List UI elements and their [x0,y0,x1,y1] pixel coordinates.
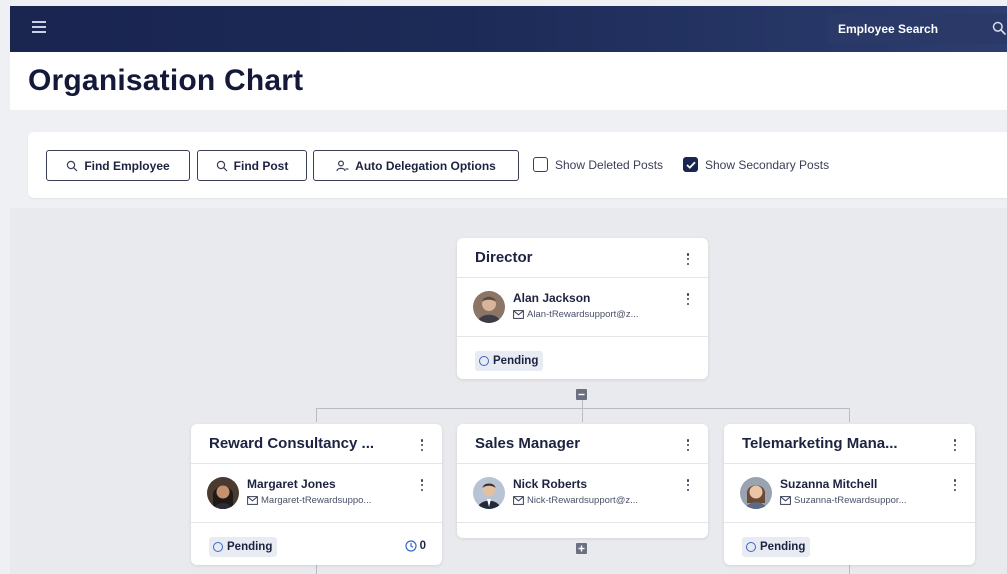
status-text: Pending [760,541,806,553]
checkmark-icon [685,161,696,169]
card-footer: Pending [724,527,975,565]
employee-menu-icon[interactable] [683,291,693,307]
employee-search-box [828,14,1007,44]
find-post-button[interactable]: Find Post [197,150,307,181]
mail-icon [513,310,524,319]
connector-line [582,408,583,422]
card-header: Director [457,238,708,278]
card-header: Telemarketing Mana... [724,424,975,464]
employee-name: Nick Roberts [513,477,588,491]
employee-menu-icon[interactable] [950,477,960,493]
find-employee-label: Find Employee [84,158,170,173]
org-chart-page: Organisation Chart Find Employee Find Po… [0,0,1007,574]
employee-email-text: Alan-tRewardsupport@z... [527,309,639,320]
employee-avatar [473,291,505,323]
post-card-reward-consultancy[interactable]: Reward Consultancy ... Margaret Jones Ma… [191,424,442,565]
search-icon [67,160,78,171]
employee-menu-icon[interactable] [683,477,693,493]
connector-line [316,408,317,422]
employee-avatar [473,477,505,509]
post-menu-icon[interactable] [683,437,693,453]
card-header: Reward Consultancy ... [191,424,442,464]
employee-avatar [207,477,239,509]
toolbar: Find Employee Find Post Auto Delegation … [28,132,1007,198]
status-badge: Pending [475,351,544,371]
employee-email-text: Nick-tRewardsupport@z... [527,495,639,506]
post-title: Sales Manager [475,435,581,452]
search-icon[interactable] [992,21,1006,35]
show-deleted-posts-checkbox[interactable] [533,157,548,172]
post-card-director[interactable]: Director Alan Jackson Alan-tRewardsuppor… [457,238,708,379]
page-title: Organisation Chart [28,64,304,97]
pending-icon [746,542,756,552]
employee-row[interactable]: Alan Jackson Alan-tRewardsupport@z... [457,279,708,337]
hamburger-menu-icon[interactable] [32,21,46,35]
mail-icon [247,496,258,505]
connector-line [849,565,850,574]
auto-delegation-options-button[interactable]: Auto Delegation Options [313,150,519,181]
employee-row[interactable]: Nick Roberts Nick-tRewardsupport@z... [457,465,708,523]
employee-menu-icon[interactable] [417,477,427,493]
employee-email: Suzanna-tRewardsuppor... [780,495,906,506]
employee-email-text: Margaret-tRewardsuppo... [261,495,372,506]
card-footer: Pending 0 [191,527,442,565]
delegation-count-value: 0 [419,540,426,552]
employee-email-text: Suzanna-tRewardsuppor... [794,495,907,506]
user-delegation-icon [336,159,349,171]
connector-line [316,565,317,574]
pending-icon [213,542,223,552]
mail-icon [780,496,791,505]
connector-line [849,408,850,422]
post-title: Director [475,249,533,266]
find-employee-button[interactable]: Find Employee [46,150,190,181]
employee-email: Alan-tRewardsupport@z... [513,309,639,320]
title-area: Organisation Chart [10,52,1007,110]
post-menu-icon[interactable] [417,437,427,453]
post-menu-icon[interactable] [950,437,960,453]
show-deleted-posts-toggle[interactable]: Show Deleted Posts [533,157,663,172]
clock-icon [404,540,417,552]
post-card-sales-manager[interactable]: Sales Manager Nick Roberts Nick-tRewards… [457,424,708,538]
employee-name: Suzanna Mitchell [780,477,878,491]
plus-icon [578,545,585,552]
employee-avatar [740,477,772,509]
show-secondary-posts-toggle[interactable]: Show Secondary Posts [683,157,829,172]
employee-name: Alan Jackson [513,291,591,305]
employee-name: Margaret Jones [247,477,336,491]
expand-node-button[interactable] [576,543,587,554]
minus-icon [578,393,585,396]
employee-search-input[interactable] [838,20,978,38]
employee-email: Nick-tRewardsupport@z... [513,495,638,506]
status-badge: Pending [209,537,278,557]
show-secondary-posts-checkbox[interactable] [683,157,698,172]
top-bar [10,6,1007,52]
employee-email: Margaret-tRewardsuppo... [247,495,371,506]
post-card-telemarketing-manager[interactable]: Telemarketing Mana... Suzanna Mitchell S… [724,424,975,565]
mail-icon [513,496,524,505]
status-badge: Pending [742,537,811,557]
collapse-node-button[interactable] [576,389,587,400]
post-title: Reward Consultancy ... [209,435,375,452]
status-text: Pending [493,355,539,367]
pending-icon [479,356,489,366]
post-menu-icon[interactable] [683,251,693,267]
find-post-label: Find Post [233,158,289,173]
status-text: Pending [227,541,273,553]
delegation-count[interactable]: 0 [404,540,426,552]
employee-row[interactable]: Suzanna Mitchell Suzanna-tRewardsuppor..… [724,465,975,523]
card-header: Sales Manager [457,424,708,464]
post-title: Telemarketing Mana... [742,435,898,452]
connector-line [316,408,850,409]
card-footer: Pending [457,341,708,379]
auto-delegation-label: Auto Delegation Options [355,158,496,173]
org-chart-canvas[interactable]: Director Alan Jackson Alan-tRewardsuppor… [10,208,1007,574]
search-icon [216,160,228,171]
show-deleted-posts-label: Show Deleted Posts [555,157,664,172]
show-secondary-posts-label: Show Secondary Posts [705,157,830,172]
employee-row[interactable]: Margaret Jones Margaret-tRewardsuppo... [191,465,442,523]
